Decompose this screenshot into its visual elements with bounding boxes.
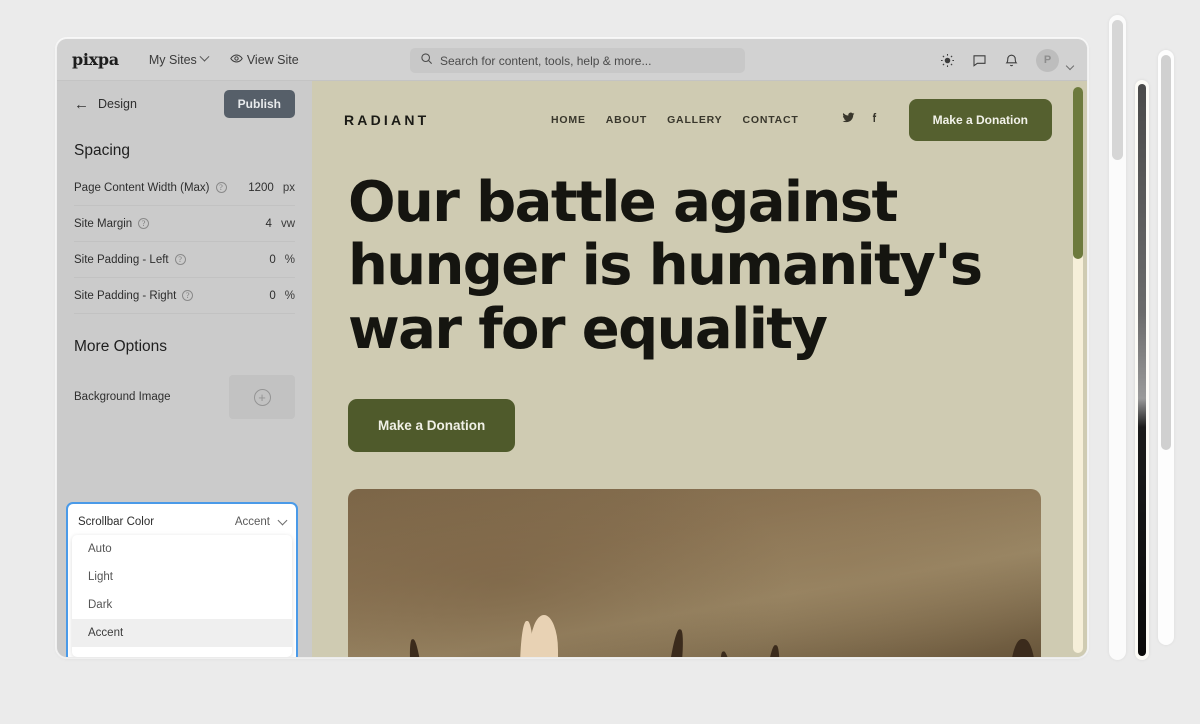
scrollbar-preview-dark-track[interactable] — [1135, 80, 1149, 660]
help-icon[interactable]: ? — [182, 290, 194, 301]
scrollbar-color-option-accent[interactable]: Accent — [72, 619, 292, 647]
preview-hero-image — [348, 488, 1041, 657]
back-to-design-label: Design — [98, 97, 137, 111]
preview-hero-donation-button[interactable]: Make a Donation — [348, 398, 516, 452]
back-arrow-icon: ← — [74, 95, 89, 113]
search-placeholder: Search for content, tools, help & more..… — [440, 53, 652, 68]
site-margin-label: Site Margin — [74, 217, 133, 230]
site-padding-left-label: Site Padding - Left — [74, 253, 169, 266]
site-padding-right-label: Site Padding - Right — [74, 289, 177, 302]
preview-scrollbar-thumb[interactable] — [1073, 87, 1083, 259]
scrollbar-preview-dark-thumb[interactable] — [1138, 84, 1146, 656]
background-image-upload-button[interactable]: + — [229, 375, 295, 419]
site-margin-value[interactable]: 4 — [266, 218, 272, 230]
preview-site-logo[interactable]: RADIANT — [344, 112, 429, 128]
topnav-view-site-label: View Site — [246, 52, 299, 67]
design-sidebar: ← Design Publish Spacing Page Content Wi… — [57, 81, 312, 657]
scrollbar-color-option-light[interactable]: Light — [72, 563, 292, 591]
preview-social-links — [842, 111, 881, 129]
site-padding-right-value[interactable]: 0 — [269, 290, 275, 302]
scrollbar-color-option-auto[interactable]: Auto — [72, 535, 292, 563]
nav-link-contact[interactable]: CONTACT — [742, 114, 798, 126]
topnav-view-site[interactable]: View Site — [230, 52, 299, 68]
facebook-icon[interactable] — [868, 111, 881, 129]
setting-row-page-content-width: Page Content Width (Max) ? 1200 px — [74, 170, 295, 206]
scrollbar-preview-auto-thumb[interactable] — [1161, 55, 1171, 450]
page-content-width-unit: px — [282, 181, 295, 194]
page-content-width-value[interactable]: 1200 — [248, 182, 274, 194]
chevron-down-icon — [199, 51, 210, 62]
app-window: pixpa My Sites View Site Search for cont… — [57, 39, 1087, 657]
nav-link-about[interactable]: ABOUT — [606, 114, 647, 126]
scrollbar-color-selected-group: Accent — [234, 515, 288, 528]
setting-row-site-margin: Site Margin ? 4 vw — [74, 206, 295, 242]
nav-link-gallery[interactable]: GALLERY — [667, 114, 722, 126]
preview-header-donation-button[interactable]: Make a Donation — [908, 98, 1052, 141]
setting-row-background-image: Background Image + — [74, 366, 295, 428]
nav-link-home[interactable]: HOME — [551, 114, 586, 126]
scrollbar-color-dropdown[interactable]: Scrollbar Color Accent Auto Light Dark A… — [66, 502, 298, 657]
help-icon[interactable]: ? — [174, 254, 186, 265]
top-bar: pixpa My Sites View Site Search for cont… — [57, 39, 1087, 81]
site-margin-unit: vw — [280, 217, 295, 230]
help-icon[interactable]: ? — [138, 218, 150, 229]
scrollbar-color-label: Scrollbar Color — [78, 515, 155, 528]
chat-icon[interactable] — [972, 53, 987, 68]
scrollbar-color-option-dark[interactable]: Dark — [72, 591, 292, 619]
site-padding-left-unit: % — [284, 253, 295, 266]
brightness-icon[interactable] — [940, 53, 955, 68]
site-padding-left-value[interactable]: 0 — [269, 254, 275, 266]
setting-row-site-padding-right: Site Padding - Right ? 0 % — [74, 278, 295, 314]
background-image-label: Background Image — [74, 391, 171, 403]
back-to-design-button[interactable]: ← Design — [74, 97, 137, 112]
preview-scrollbar-track[interactable] — [1073, 87, 1083, 653]
scrollbar-color-option-list: Auto Light Dark Accent — [72, 535, 292, 657]
scrollbar-preview-light-track[interactable] — [1109, 15, 1126, 660]
preview-site-nav: HOME ABOUT GALLERY CONTACT — [551, 111, 881, 129]
page-content-width-label: Page Content Width (Max) — [74, 181, 210, 194]
scrollbar-preview-light-thumb[interactable] — [1112, 20, 1123, 160]
search-icon — [420, 52, 433, 70]
search-input[interactable]: Search for content, tools, help & more..… — [410, 48, 745, 73]
preview-site-header: RADIANT HOME ABOUT GALLERY CONTACT Make … — [312, 81, 1087, 158]
site-preview[interactable]: RADIANT HOME ABOUT GALLERY CONTACT Make … — [312, 81, 1087, 657]
brand-logo: pixpa — [72, 50, 119, 69]
more-options-section-title: More Options — [74, 338, 168, 355]
publish-button[interactable]: Publish — [223, 90, 295, 118]
avatar[interactable]: P — [1036, 48, 1059, 72]
scrollbar-preview-auto-track[interactable] — [1158, 50, 1174, 645]
scrollbar-color-selected-value: Accent — [234, 515, 270, 528]
help-icon[interactable]: ? — [215, 182, 227, 193]
sidebar-header: ← Design Publish — [57, 81, 312, 127]
scrollbar-color-trigger[interactable]: Scrollbar Color Accent — [72, 508, 292, 535]
plus-circle-icon: + — [253, 388, 271, 406]
chevron-down-icon[interactable] — [1065, 61, 1075, 70]
chevron-down-icon — [277, 515, 288, 525]
eye-icon — [230, 52, 243, 68]
bell-icon[interactable] — [1004, 53, 1019, 68]
twitter-icon[interactable] — [842, 111, 855, 129]
site-padding-right-unit: % — [284, 289, 295, 302]
preview-hero-title: Our battle against hunger is humanity's … — [348, 170, 983, 362]
spacing-section-title: Spacing — [74, 142, 131, 159]
topbar-actions: P — [940, 39, 1075, 81]
setting-row-site-padding-left: Site Padding - Left ? 0 % — [74, 242, 295, 278]
topnav-my-sites-label: My Sites — [148, 52, 197, 67]
topnav-my-sites[interactable]: My Sites — [148, 51, 210, 67]
